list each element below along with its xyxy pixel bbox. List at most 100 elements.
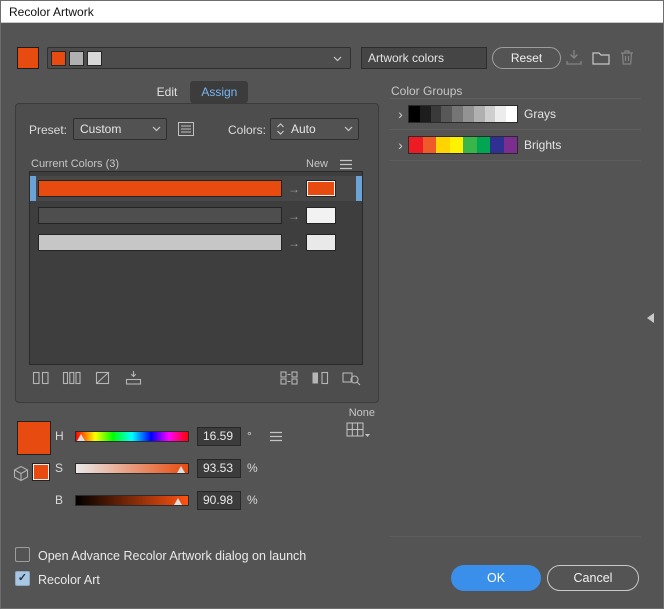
group-swatch	[420, 106, 431, 122]
colors-count-value: Auto	[291, 122, 316, 136]
group-swatch	[409, 106, 420, 122]
dialog-title: Recolor Artwork	[9, 5, 94, 19]
new-color-row-icon[interactable]	[122, 369, 146, 387]
preview-swatch	[51, 51, 66, 66]
current-colors-header: Current Colors (3)	[31, 158, 119, 170]
color-mapping-row[interactable]: →	[30, 203, 362, 228]
selected-color-swatch[interactable]	[17, 421, 51, 455]
artwork-colors-preview-swatches	[51, 51, 102, 66]
cancel-button[interactable]: Cancel	[547, 565, 639, 591]
chevron-down-icon	[333, 56, 342, 62]
swatch-library-label: None	[331, 407, 375, 419]
launch-dialog-label: Open Advance Recolor Artwork dialog on l…	[38, 549, 306, 563]
folder-icon[interactable]	[592, 50, 610, 65]
group-swatch	[477, 137, 491, 153]
brightness-slider-row: B %	[55, 489, 258, 511]
group-swatch	[431, 106, 442, 122]
recolor-art-checkbox[interactable]: ✓	[15, 571, 30, 586]
current-color-bar[interactable]	[38, 180, 282, 197]
hue-slider-handle[interactable]	[77, 434, 85, 441]
recolor-art-label: Recolor Art	[38, 573, 100, 587]
find-color-icon[interactable]	[339, 369, 363, 387]
current-colors-list: → → →	[29, 171, 363, 365]
hue-value-input[interactable]	[197, 427, 241, 446]
random-saturation-brightness-icon[interactable]	[308, 369, 332, 387]
group-name: Brights	[524, 138, 561, 152]
fill-color-swatch[interactable]	[32, 463, 50, 481]
group-swatch	[452, 106, 463, 122]
group-swatch	[436, 137, 450, 153]
colors-count-dropdown[interactable]: Auto	[270, 118, 359, 140]
brightness-value-input[interactable]	[197, 491, 241, 510]
expand-chevron-icon[interactable]: ›	[393, 137, 408, 153]
group-swatch	[490, 137, 504, 153]
current-color-bar[interactable]	[38, 234, 282, 251]
assign-toolbar	[29, 369, 363, 387]
hue-unit: °	[247, 429, 252, 443]
group-swatch-strip	[408, 136, 518, 154]
save-color-group-icon[interactable]	[565, 49, 583, 66]
group-swatch	[450, 137, 464, 153]
assign-toolbar-right-group	[277, 369, 363, 387]
new-header: New	[306, 158, 328, 170]
saturation-label: S	[55, 461, 67, 475]
limit-colors-grid-icon[interactable]	[345, 420, 371, 440]
brightness-unit: %	[247, 493, 258, 507]
launch-dialog-checkbox[interactable]	[15, 547, 30, 562]
color-group-name-input[interactable]	[361, 47, 487, 69]
active-color-swatch[interactable]	[17, 47, 39, 69]
saturation-value-input[interactable]	[197, 459, 241, 478]
preset-label: Preset:	[29, 123, 67, 137]
tab-edit[interactable]: Edit	[146, 81, 189, 103]
preview-swatch	[87, 51, 102, 66]
color-groups-list: › Grays › Brights	[389, 98, 641, 161]
saturation-slider-row: S %	[55, 457, 258, 479]
reset-button[interactable]: Reset	[492, 47, 561, 69]
chevron-down-icon	[152, 126, 161, 132]
maps-to-arrow-icon: →	[288, 182, 300, 196]
separate-colors-icon[interactable]	[60, 369, 84, 387]
object-cube-icon	[12, 465, 30, 483]
new-color-swatch[interactable]	[306, 234, 336, 251]
recolor-artwork-dialog: Recolor Artwork Reset Edit Assign Preset…	[0, 0, 664, 609]
merge-colors-icon[interactable]	[29, 369, 53, 387]
stepper-icon[interactable]	[275, 122, 286, 136]
color-mapping-row[interactable]: →	[30, 176, 362, 201]
check-icon: ✓	[18, 573, 27, 584]
color-preview-dropdown[interactable]	[47, 47, 351, 69]
tab-assign[interactable]: Assign	[190, 81, 248, 103]
current-color-bar[interactable]	[38, 207, 282, 224]
preset-value: Custom	[80, 122, 121, 136]
saturation-slider[interactable]	[75, 463, 189, 474]
brightness-label: B	[55, 493, 67, 507]
maps-to-arrow-icon: →	[288, 209, 300, 223]
group-name: Grays	[524, 107, 556, 121]
panel-collapse-arrow[interactable]	[647, 313, 654, 323]
new-color-swatch[interactable]	[306, 180, 336, 197]
trash-icon[interactable]	[619, 49, 635, 66]
brightness-slider[interactable]	[75, 495, 189, 506]
brightness-slider-handle[interactable]	[174, 498, 182, 505]
hue-slider[interactable]	[75, 431, 189, 442]
group-swatch	[474, 106, 485, 122]
color-sliders-menu-icon[interactable]	[267, 430, 285, 443]
preset-options-icon[interactable]	[176, 119, 198, 139]
new-color-swatch[interactable]	[306, 207, 336, 224]
group-swatch	[504, 137, 518, 153]
preset-dropdown[interactable]: Custom	[73, 118, 167, 140]
color-groups-header: Color Groups	[391, 84, 462, 98]
titlebar: Recolor Artwork	[1, 1, 663, 23]
color-group-row[interactable]: › Brights	[389, 130, 641, 161]
ok-button[interactable]: OK	[451, 565, 541, 591]
color-group-row[interactable]: › Grays	[389, 99, 641, 130]
assign-toolbar-left-group	[29, 369, 146, 387]
group-swatch	[485, 106, 496, 122]
saturation-slider-handle[interactable]	[177, 466, 185, 473]
exclude-colors-icon[interactable]	[91, 369, 115, 387]
expand-chevron-icon[interactable]: ›	[393, 106, 408, 122]
color-mapping-row[interactable]: →	[30, 230, 362, 255]
color-list-menu-icon[interactable]	[337, 158, 355, 171]
random-color-order-icon[interactable]	[277, 369, 301, 387]
group-swatch	[423, 137, 437, 153]
group-swatch	[441, 106, 452, 122]
